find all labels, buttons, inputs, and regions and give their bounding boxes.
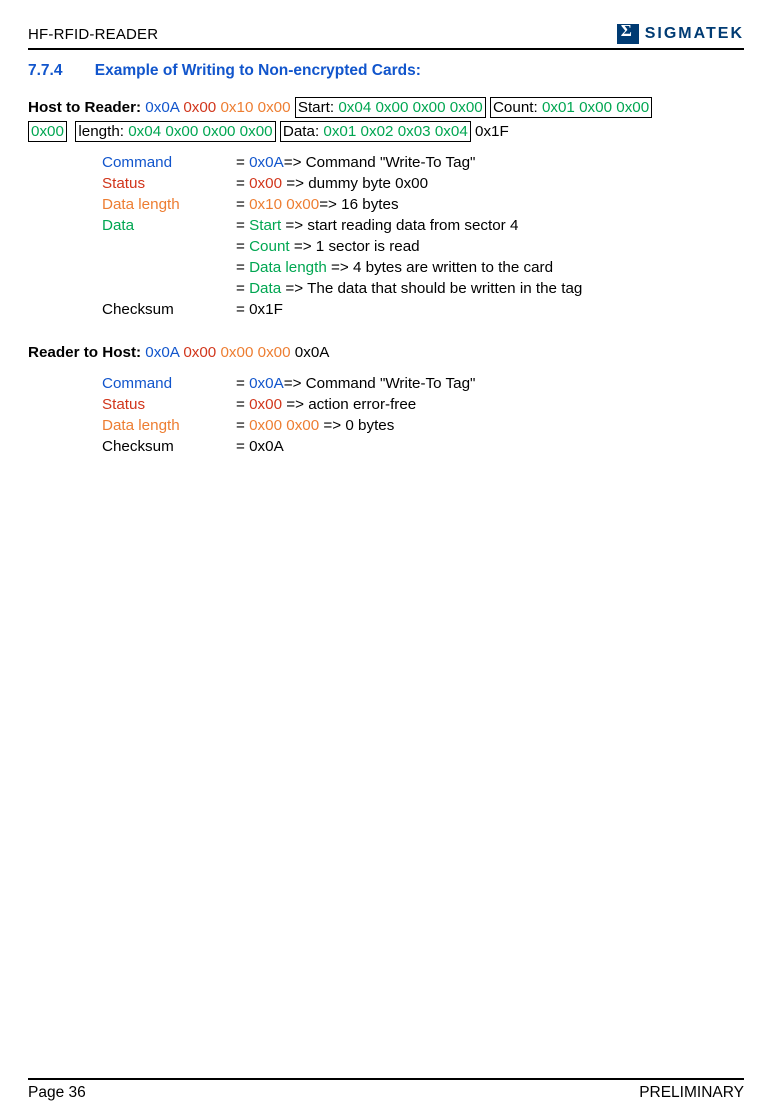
host-to-reader-line: Host to Reader: 0x0A 0x00 0x10 0x00 Star… <box>28 96 744 143</box>
brand-logo: SIGMATEK <box>617 24 744 44</box>
section-heading: 7.7.4 Example of Writing to Non-encrypte… <box>28 62 744 80</box>
rth-lbl-datalen: Data length <box>102 416 236 437</box>
brand-name: SIGMATEK <box>645 25 744 43</box>
rth-byte-status: 0x00 <box>183 344 216 361</box>
footer-divider <box>28 1078 744 1080</box>
rth-byte-len: 0x00 0x00 <box>220 344 290 361</box>
htr-lbl-checksum: Checksum <box>102 300 236 321</box>
htr-lbl-datalen: Data length <box>102 195 236 216</box>
page-footer: Page 36 PRELIMINARY <box>28 1076 744 1102</box>
htr-checksum-byte: 0x1F <box>471 123 509 140</box>
rth-lbl-checksum: Checksum <box>102 437 236 458</box>
htr-box-data: Data: 0x01 0x02 0x03 0x04 <box>280 121 471 142</box>
htr-lbl-command: Command <box>102 153 236 174</box>
htr-byte-len: 0x10 0x00 <box>220 99 290 116</box>
htr-byte-cmd: 0x0A <box>145 99 179 116</box>
rth-label: Reader to Host: <box>28 344 145 361</box>
htr-table: Command= 0x0A=> Command "Write-To Tag" S… <box>102 153 744 321</box>
reader-to-host-line: Reader to Host: 0x0A 0x00 0x00 0x00 0x0A <box>28 343 744 364</box>
htr-byte-status: 0x00 <box>183 99 216 116</box>
section-number: 7.7.4 <box>28 62 62 79</box>
htr-lbl-status: Status <box>102 174 236 195</box>
htr-box-start: Start: 0x04 0x00 0x00 0x00 <box>295 97 486 118</box>
rth-table: Command= 0x0A=> Command "Write-To Tag" S… <box>102 374 744 458</box>
htr-label: Host to Reader: <box>28 99 145 116</box>
htr-lbl-data: Data <box>102 216 236 237</box>
htr-box-length: length: 0x04 0x00 0x00 0x00 <box>75 121 275 142</box>
doc-status: PRELIMINARY <box>639 1084 744 1102</box>
htr-box-count-b: 0x00 <box>28 121 67 142</box>
htr-box-count-a: Count: 0x01 0x00 0x00 <box>490 97 652 118</box>
page-header: HF-RFID-READER SIGMATEK <box>28 24 744 46</box>
rth-lbl-status: Status <box>102 395 236 416</box>
section-title: Example of Writing to Non-encrypted Card… <box>95 62 421 79</box>
page-number: Page 36 <box>28 1084 86 1102</box>
doc-title: HF-RFID-READER <box>28 26 158 43</box>
rth-checksum-byte: 0x0A <box>291 344 330 361</box>
sigma-icon <box>617 24 639 44</box>
rth-byte-cmd: 0x0A <box>145 344 179 361</box>
header-divider <box>28 48 744 50</box>
rth-lbl-command: Command <box>102 374 236 395</box>
